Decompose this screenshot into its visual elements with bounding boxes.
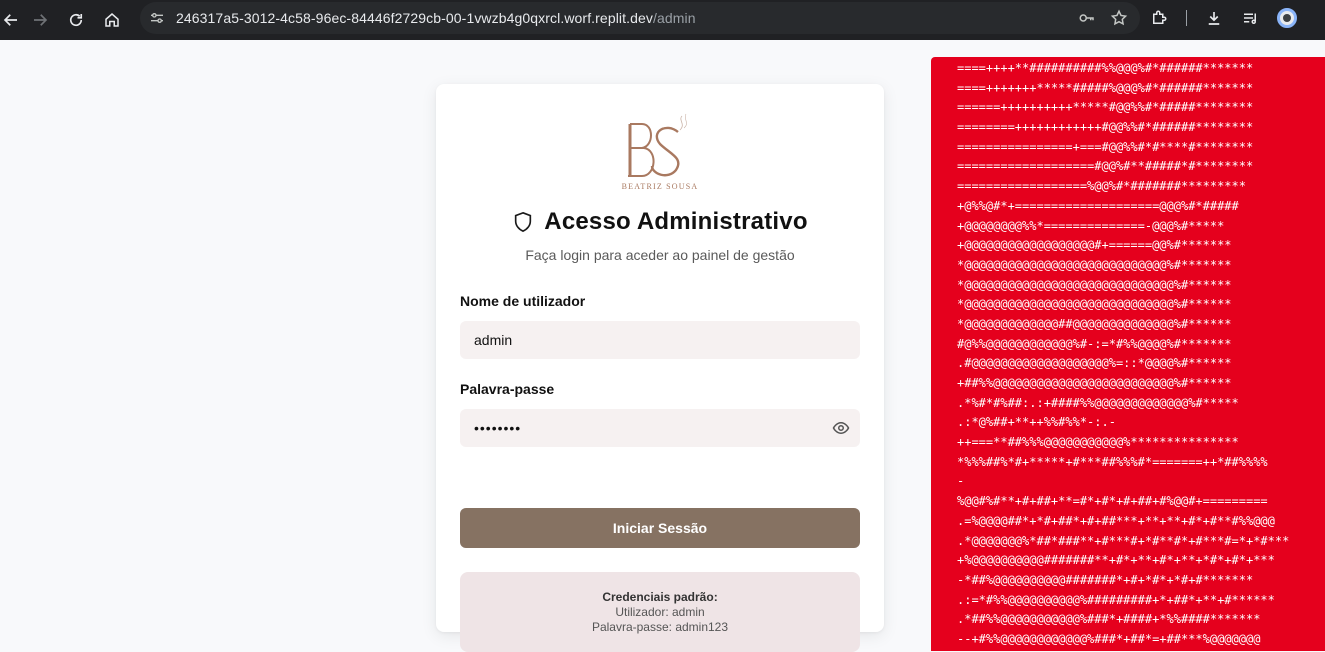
home-button[interactable] — [94, 0, 130, 40]
ascii-line: *@@@@@@@@@@@@@@@@@@@@@@@@@@@@@%#****** — [957, 277, 1232, 292]
forward-button[interactable] — [22, 0, 58, 40]
brand-name: BEATRIZ SOUSA — [621, 182, 699, 191]
ascii-line: *@@@@@@@@@@@@@@@@@@@@@@@@@@@@%#******* — [957, 257, 1232, 272]
bookmark-star-icon[interactable] — [1110, 9, 1128, 27]
ascii-line: +##%%@@@@@@@@@@@@@@@@@@@@@@@@@%#****** — [957, 376, 1232, 390]
ascii-line: #@%%@@@@@@@@@@@@%#-:=*#%%@@@@%#******* — [957, 336, 1232, 351]
ascii-line: ====++++**##########%%@@@%#*######******… — [957, 61, 1254, 75]
url-host: 246317a5-3012-4c58-96ec-84446f2729cb-00-… — [176, 10, 653, 26]
ascii-line: +@%%@#*+====================@@@%#*##### — [957, 198, 1239, 213]
credentials-user: Utilizador: admin — [615, 605, 705, 619]
ascii-line: .:=*#%%@@@@@@@@@@%#########+*+##*+**+#**… — [957, 592, 1275, 607]
back-button[interactable] — [0, 0, 22, 40]
site-settings-button[interactable] — [142, 2, 172, 34]
browser-toolbar: 246317a5-3012-4c58-96ec-84446f2729cb-00-… — [0, 0, 1325, 40]
password-label: Palavra-passe — [460, 381, 555, 397]
credentials-title: Credenciais padrão: — [602, 590, 718, 604]
ascii-line: ===================#@@%#**#####*#*******… — [957, 159, 1254, 174]
title-row: Acesso Administrativo — [436, 206, 884, 238]
page-viewport: BEATRIZ SOUSA Acesso Administrativo Faça… — [0, 40, 1325, 652]
login-button[interactable]: Iniciar Sessão — [460, 508, 860, 548]
url-path: /admin — [652, 10, 696, 26]
reload-icon — [69, 13, 83, 27]
ascii-line: %@@#%#**+#+##+**=#*+#*+#+##+#%@@#+======… — [957, 494, 1268, 509]
page-subtitle: Faça login para aceder ao painel de gest… — [525, 247, 795, 263]
shield-icon — [515, 211, 532, 233]
site-settings-icon — [151, 13, 163, 23]
ascii-line: ================+===#@@%%#*#****#*******… — [957, 139, 1254, 154]
eye-icon[interactable] — [832, 419, 850, 437]
toolbar-separator — [1186, 10, 1187, 26]
ascii-line: +@@@@@@@@%%*==============-@@@%#***** — [957, 218, 1225, 233]
ascii-line: -*##%@@@@@@@@@@#######*+#+*#*+*#+#******… — [957, 572, 1254, 587]
ascii-line: - — [957, 474, 965, 489]
address-bar[interactable]: 246317a5-3012-4c58-96ec-84446f2729cb-00-… — [140, 2, 1140, 34]
ascii-line: +%@@@@@@@@@@#######**+#*+**+#*+**+*#*+#*… — [957, 553, 1275, 568]
extensions-icon[interactable] — [1150, 9, 1168, 27]
ascii-line: .*@@@@@@@%*##*###**+#***#+*#**#*+#***#=*… — [957, 533, 1290, 548]
ascii-line: --+#%%@@@@@@@@@@@@%###*+##*=+##***%@@@@@… — [957, 631, 1261, 646]
ascii-line: *@@@@@@@@@@@@@##@@@@@@@@@@@@@@%#****** — [957, 316, 1232, 331]
downloads-icon[interactable] — [1205, 9, 1223, 27]
forward-icon — [34, 14, 48, 26]
username-field[interactable]: admin — [460, 321, 860, 359]
ascii-art-panel: ====++++**##########%%@@@%#*######******… — [931, 57, 1325, 651]
username-label: Nome de utilizador — [460, 293, 586, 309]
ascii-line: *@@@@@@@@@@@@@@@@@@@@@@@@@@@@@%#****** — [957, 297, 1232, 312]
password-field[interactable]: •••••••• — [460, 409, 860, 447]
media-control-icon[interactable] — [1241, 9, 1259, 27]
ascii-line: ======++++++++++*****#@@%%#*#####*******… — [957, 100, 1254, 115]
profile-icon[interactable] — [1277, 8, 1297, 28]
password-value: •••••••• — [474, 420, 522, 436]
credentials-password: Palavra-passe: admin123 — [591, 620, 729, 634]
ascii-line: .#@@@@@@@@@@@@@@@@@@@%=::*@@@@%#****** — [957, 356, 1232, 371]
ascii-line: +@@@@@@@@@@@@@@@@@@#+======@@%#******* — [957, 238, 1232, 253]
ascii-line: .=%@@@@##*+*#+##*+#+##***+**+**+#*+#**#%… — [957, 513, 1275, 528]
reload-button[interactable] — [58, 0, 94, 40]
ascii-line: .*%#*#%##:.:+####%%@@@@@@@@@@@@@%#***** — [957, 395, 1239, 410]
ascii-line: ========++++++++++++#@@%%#*######*******… — [957, 120, 1254, 135]
ascii-line: ==================%@@%#*#######********* — [957, 179, 1246, 194]
brand-logo — [628, 113, 687, 177]
login-card: BEATRIZ SOUSA Acesso Administrativo Faça… — [436, 84, 884, 652]
ascii-line: ====+++++++*****#####%@@@%#*######******… — [957, 80, 1254, 95]
ascii-line: *%%%##%*#+*****+#***##%%%#*=======++*##%… — [957, 454, 1268, 469]
username-value: admin — [474, 332, 513, 348]
page-title: Acesso Administrativo — [544, 208, 808, 235]
back-icon — [3, 14, 17, 26]
password-key-icon[interactable] — [1078, 9, 1096, 27]
ascii-line: ++===**##%%%@@@@@@@@@@@%*************** — [957, 435, 1239, 450]
ascii-line: .*##%%@@@@@@@@@@@%###*+####+*%%####*****… — [957, 612, 1261, 627]
default-credentials-box: Credenciais padrão: Utilizador: admin Pa… — [460, 572, 860, 652]
ascii-line: .:*@%##+**++%%#%%*-:.- — [957, 415, 1116, 430]
url-text: 246317a5-3012-4c58-96ec-84446f2729cb-00-… — [176, 10, 696, 26]
home-icon — [105, 13, 119, 27]
